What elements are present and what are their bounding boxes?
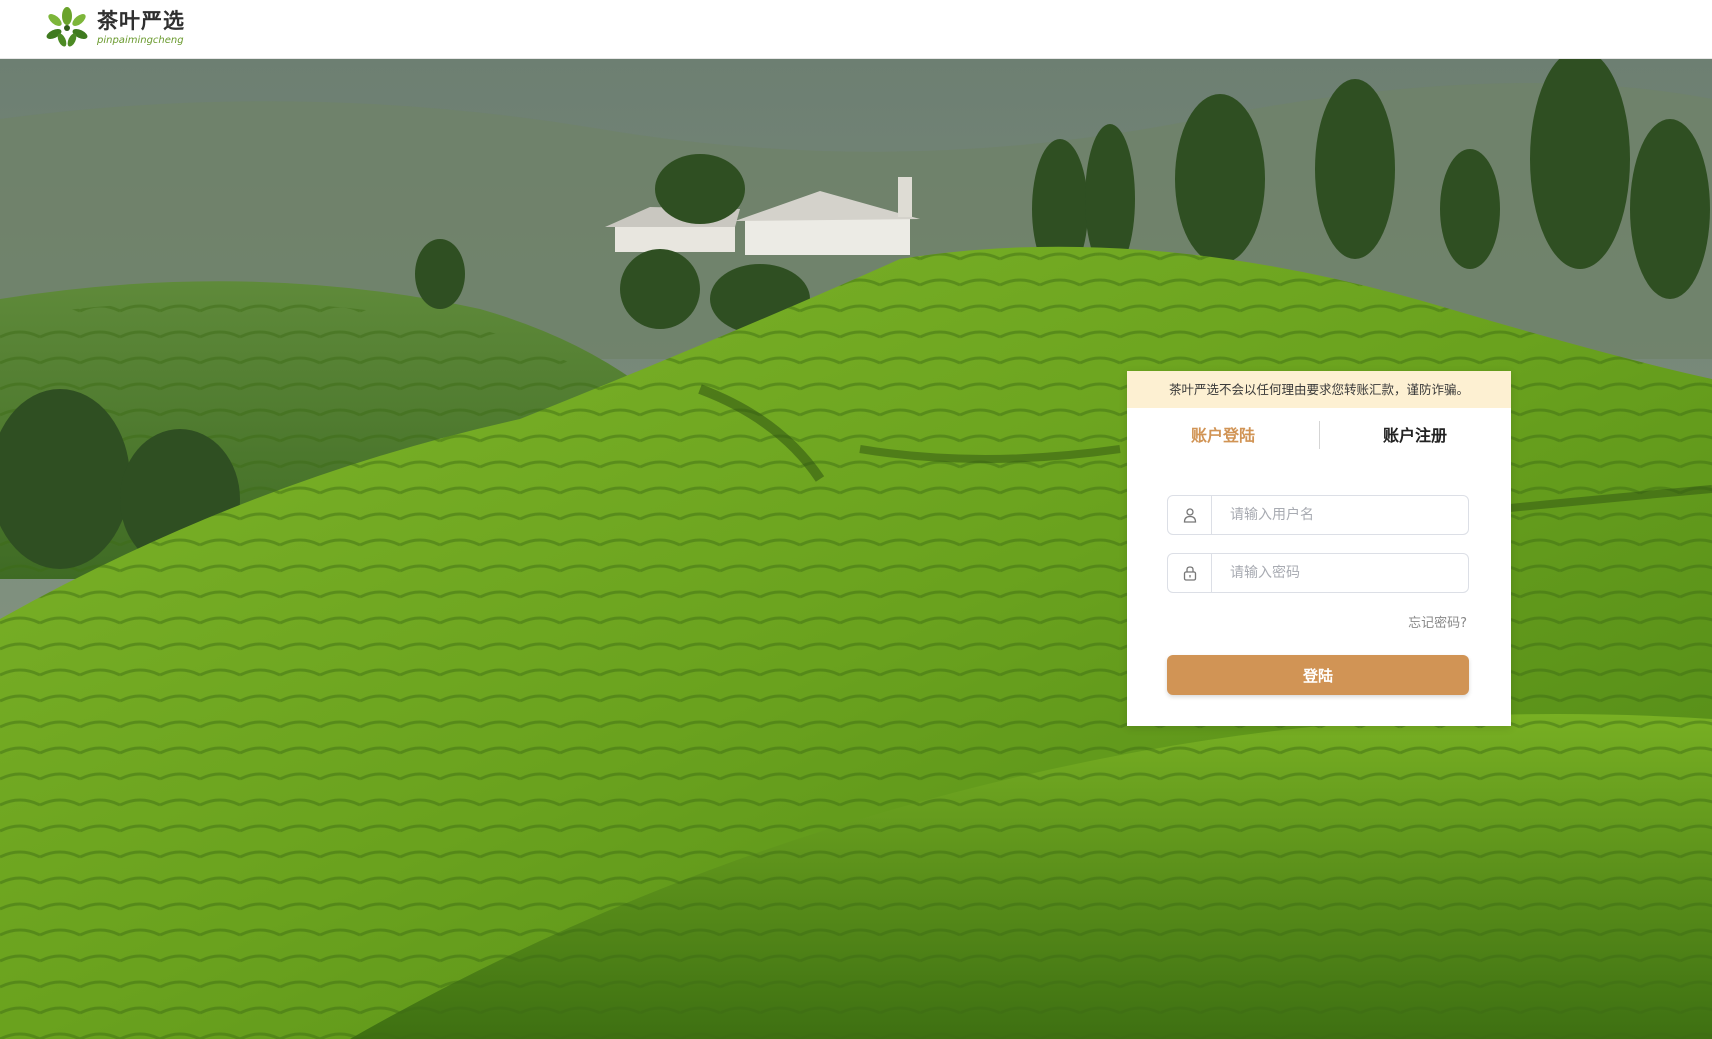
password-field[interactable] [1167,553,1469,593]
logo-subtitle: pinpaimingcheng [97,34,184,46]
tab-login[interactable]: 账户登陆 [1127,408,1319,464]
brand-logo[interactable]: 茶叶严选 pinpaimingcheng [43,6,185,50]
tea-leaf-logo-icon [46,7,88,47]
user-icon [1168,496,1212,534]
login-card: 茶叶严选不会以任何理由要求您转账汇款，谨防诈骗。 账户登陆 账户注册 请输入用户… [1127,371,1511,726]
login-page: 茶叶严选 pinpaimingcheng 茶叶严选不会以任何理由要求您转账汇款，… [0,0,1712,1039]
login-button[interactable]: 登陆 [1167,655,1469,695]
forgot-password-link[interactable]: 忘记密码? [1408,612,1467,631]
username-input[interactable] [1228,496,1452,534]
lock-icon [1168,554,1212,592]
security-notice: 茶叶严选不会以任何理由要求您转账汇款，谨防诈骗。 [1127,371,1511,408]
top-header: 茶叶严选 pinpaimingcheng [0,0,1712,59]
auth-tabs: 账户登陆 账户注册 [1127,408,1511,464]
tab-register[interactable]: 账户注册 [1319,408,1511,464]
username-field[interactable] [1167,495,1469,535]
tab-divider [1319,421,1320,449]
logo-title: 茶叶严选 [97,8,185,33]
password-input[interactable] [1228,554,1452,592]
